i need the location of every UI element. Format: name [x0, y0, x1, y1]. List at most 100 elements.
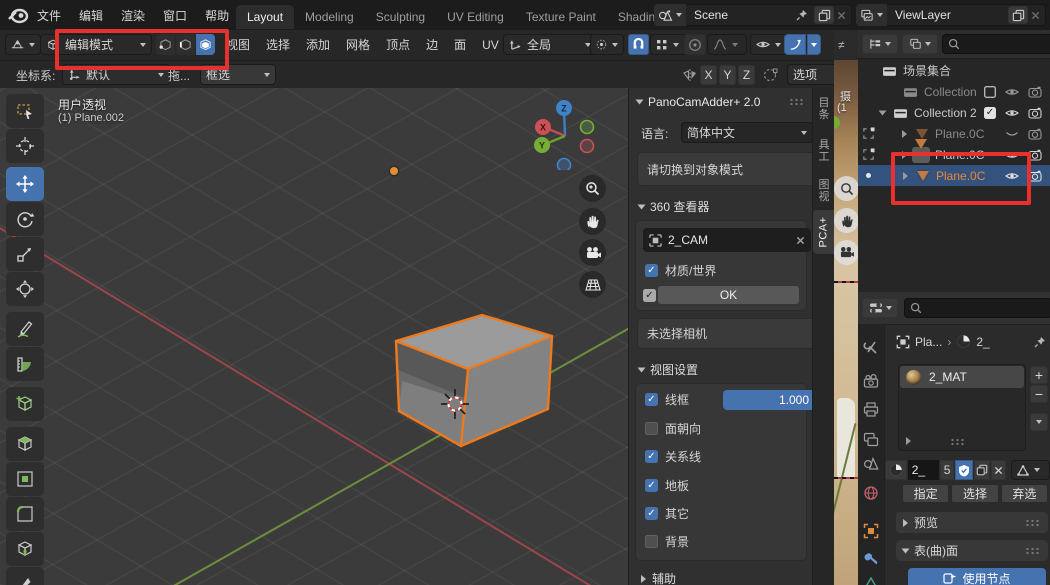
- menu-file[interactable]: 文件: [28, 0, 70, 30]
- menu-select[interactable]: 选择: [258, 30, 298, 59]
- new-scene-button[interactable]: [814, 6, 834, 24]
- expand-icon[interactable]: [903, 172, 908, 180]
- camera-viewport-strip[interactable]: ≠ 摄 (1: [834, 30, 858, 585]
- display-mode-dropdown[interactable]: [862, 34, 898, 54]
- wireframe-slider[interactable]: 1.000: [723, 390, 817, 410]
- viewer-section-header[interactable]: 360 查看器: [639, 198, 709, 215]
- camera-visibility-icon[interactable]: [1028, 86, 1042, 98]
- blender-logo-icon[interactable]: [7, 5, 29, 25]
- tool-loop-cut[interactable]: [6, 532, 44, 566]
- menu-mesh[interactable]: 网格: [338, 30, 378, 59]
- list-expand-icon[interactable]: [906, 437, 911, 445]
- show-overlays-dropdown[interactable]: [784, 34, 821, 55]
- drag-grip-icon[interactable]: [789, 98, 805, 106]
- scene-icon[interactable]: [654, 4, 686, 26]
- mirror-x-toggle[interactable]: X: [700, 65, 717, 85]
- expand-icon[interactable]: [879, 110, 887, 115]
- add-slot-button[interactable]: +: [1030, 366, 1048, 384]
- exclude-checkbox[interactable]: [984, 86, 996, 98]
- falloff-dropdown[interactable]: [707, 34, 747, 55]
- tool-scale[interactable]: [6, 237, 44, 271]
- snap-settings-dropdown[interactable]: [650, 34, 688, 55]
- editor-type-button[interactable]: [5, 34, 41, 55]
- light-object-dot[interactable]: [390, 167, 398, 175]
- strip-pan-button[interactable]: [834, 208, 858, 233]
- material-world-checkbox-row[interactable]: 材质/世界: [645, 262, 716, 279]
- row-scene-collection[interactable]: 场景集合: [858, 60, 1050, 81]
- tab-item[interactable]: 条目: [813, 93, 834, 125]
- users-count-button[interactable]: 5: [940, 460, 954, 480]
- tab-scene-icon[interactable]: [863, 456, 879, 471]
- strip-zoom-button[interactable]: [834, 176, 858, 201]
- properties-search[interactable]: [904, 298, 1050, 318]
- copy-material-button[interactable]: [974, 460, 990, 480]
- view-layer-icon[interactable]: [856, 4, 887, 26]
- mode-dropdown[interactable]: 编辑模式: [40, 34, 152, 55]
- overlays-icon[interactable]: [784, 34, 806, 55]
- material-name-field[interactable]: 2_: [908, 460, 940, 480]
- checkbox-on-icon[interactable]: [645, 264, 658, 277]
- snap-toggle[interactable]: [628, 34, 649, 55]
- face-orientation-row[interactable]: 面朝向: [645, 420, 701, 437]
- tab-render-icon[interactable]: [863, 374, 879, 388]
- tab-texture-paint[interactable]: Texture Paint: [515, 5, 607, 29]
- strip-camera-button[interactable]: [834, 240, 858, 265]
- tab-view-layer-icon[interactable]: [863, 432, 879, 447]
- exclude-checkbox[interactable]: [984, 107, 996, 119]
- tab-tool-icon[interactable]: [863, 340, 879, 356]
- snap-base-icon[interactable]: [761, 67, 779, 83]
- assign-button[interactable]: 指定: [902, 484, 949, 503]
- menu-render[interactable]: 渲染: [112, 0, 154, 30]
- box-select-dropdown[interactable]: 框选: [200, 64, 276, 85]
- camera-name-field[interactable]: 2_CAM: [643, 228, 811, 252]
- viewport-3d[interactable]: 用户透视 (1) Plane.002: [0, 88, 834, 585]
- list-grip-icon[interactable]: [950, 438, 966, 446]
- tab-modeling[interactable]: Modeling: [294, 5, 365, 29]
- new-view-layer-button[interactable]: [1008, 6, 1028, 24]
- vertex-select-button[interactable]: [156, 34, 175, 55]
- camera-visibility-icon[interactable]: [1028, 149, 1042, 161]
- tab-view[interactable]: 视图: [813, 175, 834, 207]
- browse-material-button[interactable]: [885, 460, 907, 480]
- edit-cube[interactable]: [340, 303, 570, 463]
- mirror-y-toggle[interactable]: Y: [719, 65, 736, 85]
- pivot-point-dropdown[interactable]: [590, 34, 624, 55]
- scene-name[interactable]: Scene: [686, 8, 796, 22]
- material-type-dropdown[interactable]: [1011, 460, 1050, 480]
- menu-help[interactable]: 帮助: [196, 0, 238, 30]
- editor-type-dropdown[interactable]: [862, 298, 898, 318]
- tab-pca[interactable]: PCA+: [813, 210, 834, 254]
- eye-icon[interactable]: [1005, 171, 1019, 181]
- camera-view-button[interactable]: [579, 239, 606, 266]
- pin-icon[interactable]: [1034, 336, 1046, 348]
- zoom-button[interactable]: [579, 175, 606, 202]
- menu-vertex[interactable]: 顶点: [378, 30, 418, 59]
- proportional-editing-toggle[interactable]: [684, 34, 706, 55]
- floor-row[interactable]: 地板: [645, 477, 689, 494]
- default-orientation-dropdown[interactable]: 默认: [62, 64, 170, 85]
- other-row[interactable]: 其它: [645, 505, 689, 522]
- tool-select-box[interactable]: [6, 94, 44, 128]
- tool-extrude-region[interactable]: [6, 427, 44, 461]
- tool-knife[interactable]: [6, 567, 44, 585]
- tab-sculpting[interactable]: Sculpting: [365, 5, 436, 29]
- tool-add-cube[interactable]: [6, 387, 44, 421]
- row-plane-hidden[interactable]: Plane.0C: [858, 123, 1050, 144]
- tool-rotate[interactable]: [6, 202, 44, 236]
- eye-icon[interactable]: [1005, 150, 1019, 160]
- deselect-button[interactable]: 弃选: [1001, 484, 1048, 503]
- menu-uv[interactable]: UV: [474, 30, 507, 59]
- language-dropdown[interactable]: 简体中文: [681, 122, 813, 143]
- orientation-dropdown[interactable]: 全局: [503, 34, 597, 55]
- camera-visibility-icon[interactable]: [1028, 107, 1042, 119]
- unlink-material-button[interactable]: [991, 460, 1006, 480]
- eye-icon[interactable]: [1005, 108, 1019, 118]
- preview-panel-header[interactable]: 预览: [896, 512, 1048, 533]
- menu-face[interactable]: 面: [446, 30, 474, 59]
- fake-user-shield-button[interactable]: [955, 460, 973, 480]
- tab-data-icon[interactable]: [863, 577, 879, 585]
- tool-annotate[interactable]: [6, 312, 44, 346]
- tool-transform[interactable]: [6, 272, 44, 306]
- close-icon[interactable]: [837, 11, 846, 20]
- remove-slot-button[interactable]: −: [1030, 385, 1048, 403]
